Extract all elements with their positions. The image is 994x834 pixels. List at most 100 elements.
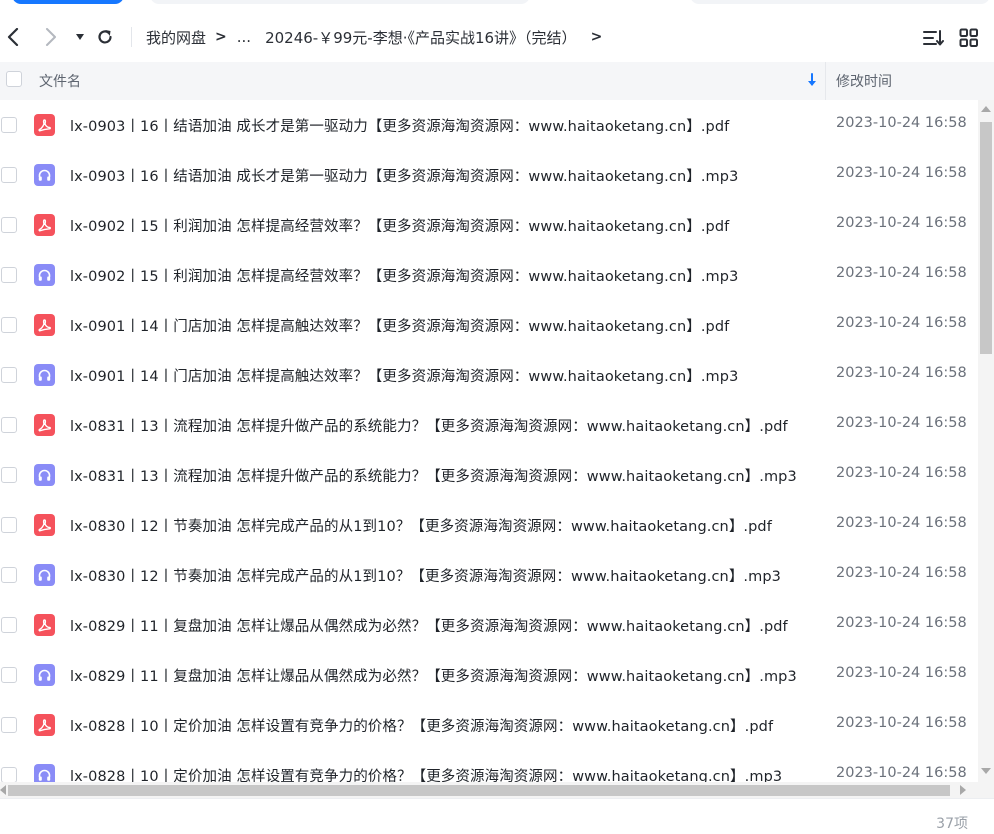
- pdf-file-icon: [34, 114, 55, 136]
- row-checkbox[interactable]: [1, 417, 17, 433]
- scroll-up-icon[interactable]: [981, 106, 991, 112]
- file-name[interactable]: lx-0830丨12丨节奏加油 怎样完成产品的从1到10？【更多资源海淘资源网：…: [70, 515, 772, 536]
- file-row[interactable]: lx-0828丨10丨定价加油 怎样设置有竞争力的价格？【更多资源海淘资源网：w…: [0, 700, 978, 750]
- file-modified-time: 2023-10-24 16:58: [836, 615, 967, 631]
- top-strip: [0, 0, 994, 12]
- file-row[interactable]: lx-0903丨16丨结语加油 成长才是第一驱动力【更多资源海淘资源网：www.…: [0, 150, 978, 200]
- row-checkbox[interactable]: [1, 617, 17, 633]
- file-row[interactable]: lx-0831丨13丨流程加油 怎样提升做产品的系统能力？【更多资源海淘资源网：…: [0, 400, 978, 450]
- file-row[interactable]: lx-0828丨10丨定价加油 怎样设置有竞争力的价格？【更多资源海淘资源网：w…: [0, 750, 978, 782]
- file-row[interactable]: lx-0830丨12丨节奏加油 怎样完成产品的从1到10？【更多资源海淘资源网：…: [0, 550, 978, 600]
- file-modified-time: 2023-10-24 16:58: [836, 215, 967, 231]
- scroll-left-icon[interactable]: [0, 785, 6, 795]
- file-name[interactable]: lx-0828丨10丨定价加油 怎样设置有竞争力的价格？【更多资源海淘资源网：w…: [70, 765, 782, 782]
- row-checkbox[interactable]: [1, 567, 17, 583]
- audio-file-icon: [34, 764, 55, 782]
- file-modified-time: 2023-10-24 16:58: [836, 765, 967, 781]
- file-name[interactable]: lx-0830丨12丨节奏加油 怎样完成产品的从1到10？【更多资源海淘资源网：…: [70, 565, 781, 586]
- file-row[interactable]: lx-0831丨13丨流程加油 怎样提升做产品的系统能力？【更多资源海淘资源网：…: [0, 450, 978, 500]
- file-name[interactable]: lx-0903丨16丨结语加油 成长才是第一驱动力【更多资源海淘资源网：www.…: [70, 115, 729, 136]
- breadcrumb-ellipsis[interactable]: ...: [237, 28, 251, 46]
- row-checkbox[interactable]: [1, 517, 17, 533]
- file-modified-time: 2023-10-24 16:58: [836, 665, 967, 681]
- file-name[interactable]: lx-0829丨11丨复盘加油 怎样让爆品从偶然成为必然？【更多资源海淘资源网：…: [70, 665, 797, 686]
- file-row[interactable]: lx-0901丨14丨门店加油 怎样提高触达效率？【更多资源海淘资源网：www.…: [0, 300, 978, 350]
- horizontal-scroll-thumb[interactable]: [8, 785, 950, 796]
- column-header-name[interactable]: 文件名: [39, 71, 81, 91]
- refresh-icon[interactable]: [93, 25, 117, 49]
- audio-file-icon: [34, 664, 55, 686]
- scroll-right-icon[interactable]: [960, 785, 966, 795]
- file-name[interactable]: lx-0902丨15丨利润加油 怎样提高经营效率？【更多资源海淘资源网：www.…: [70, 215, 729, 236]
- status-bar: 37项: [0, 798, 994, 834]
- toolbar-group: [150, 0, 530, 4]
- file-modified-time: 2023-10-24 16:58: [836, 715, 967, 731]
- item-count: 37项: [936, 816, 968, 832]
- breadcrumb-root[interactable]: 我的网盘: [146, 27, 206, 48]
- pdf-file-icon: [34, 414, 55, 436]
- table-header: 文件名 修改时间: [0, 62, 994, 100]
- row-checkbox[interactable]: [1, 267, 17, 283]
- search-box[interactable]: [690, 0, 990, 4]
- row-checkbox[interactable]: [1, 217, 17, 233]
- file-name[interactable]: lx-0903丨16丨结语加油 成长才是第一驱动力【更多资源海淘资源网：www.…: [70, 165, 738, 186]
- scrollbar-corner: [978, 782, 994, 798]
- file-modified-time: 2023-10-24 16:58: [836, 515, 967, 531]
- select-all-checkbox[interactable]: [6, 71, 22, 87]
- row-checkbox[interactable]: [1, 467, 17, 483]
- file-name[interactable]: lx-0902丨15丨利润加油 怎样提高经营效率？【更多资源海淘资源网：www.…: [70, 265, 738, 286]
- sort-lines-icon[interactable]: [922, 27, 944, 49]
- row-checkbox[interactable]: [1, 317, 17, 333]
- audio-file-icon: [34, 264, 55, 286]
- file-name[interactable]: lx-0901丨14丨门店加油 怎样提高触达效率？【更多资源海淘资源网：www.…: [70, 315, 729, 336]
- scroll-down-icon[interactable]: [981, 768, 991, 774]
- pdf-file-icon: [34, 614, 55, 636]
- chevron-left-icon[interactable]: [1, 25, 25, 49]
- file-list: lx-0903丨16丨结语加油 成长才是第一驱动力【更多资源海淘资源网：www.…: [0, 100, 978, 782]
- file-name[interactable]: lx-0901丨14丨门店加油 怎样提高触达效率？【更多资源海淘资源网：www.…: [70, 365, 738, 386]
- horizontal-scrollbar[interactable]: [0, 782, 978, 798]
- row-checkbox[interactable]: [1, 717, 17, 733]
- row-checkbox[interactable]: [1, 167, 17, 183]
- grid-view-icon[interactable]: [958, 27, 980, 49]
- audio-file-icon: [34, 364, 55, 386]
- file-row[interactable]: lx-0902丨15丨利润加油 怎样提高经营效率？【更多资源海淘资源网：www.…: [0, 200, 978, 250]
- nav-divider: [131, 27, 132, 47]
- vertical-scroll-thumb[interactable]: [980, 122, 992, 354]
- breadcrumb-separator: >: [215, 29, 227, 45]
- row-checkbox[interactable]: [1, 117, 17, 133]
- file-row[interactable]: lx-0903丨16丨结语加油 成长才是第一驱动力【更多资源海淘资源网：www.…: [0, 100, 978, 150]
- caret-down-icon[interactable]: [68, 25, 92, 49]
- row-checkbox[interactable]: [1, 767, 17, 782]
- file-row[interactable]: lx-0902丨15丨利润加油 怎样提高经营效率？【更多资源海淘资源网：www.…: [0, 250, 978, 300]
- file-name[interactable]: lx-0828丨10丨定价加油 怎样设置有竞争力的价格？【更多资源海淘资源网：w…: [70, 715, 773, 736]
- file-row[interactable]: lx-0901丨14丨门店加油 怎样提高触达效率？【更多资源海淘资源网：www.…: [0, 350, 978, 400]
- pdf-file-icon: [34, 214, 55, 236]
- column-divider[interactable]: [825, 62, 826, 100]
- arrow-down-icon[interactable]: [806, 72, 818, 91]
- row-checkbox[interactable]: [1, 367, 17, 383]
- pdf-file-icon: [34, 714, 55, 736]
- file-name[interactable]: lx-0829丨11丨复盘加油 怎样让爆品从偶然成为必然？【更多资源海淘资源网：…: [70, 615, 788, 636]
- breadcrumb-current[interactable]: 20246-￥99元-李想·《产品实战16讲》（完结）: [265, 27, 577, 48]
- vertical-scrollbar[interactable]: [978, 100, 994, 782]
- file-modified-time: 2023-10-24 16:58: [836, 565, 967, 581]
- file-row[interactable]: lx-0829丨11丨复盘加油 怎样让爆品从偶然成为必然？【更多资源海淘资源网：…: [0, 650, 978, 700]
- file-row[interactable]: lx-0830丨12丨节奏加油 怎样完成产品的从1到10？【更多资源海淘资源网：…: [0, 500, 978, 550]
- file-row[interactable]: lx-0829丨11丨复盘加油 怎样让爆品从偶然成为必然？【更多资源海淘资源网：…: [0, 600, 978, 650]
- file-modified-time: 2023-10-24 16:58: [836, 265, 967, 281]
- file-name[interactable]: lx-0831丨13丨流程加油 怎样提升做产品的系统能力？【更多资源海淘资源网：…: [70, 415, 788, 436]
- breadcrumb: 我的网盘 > ... 20246-￥99元-李想·《产品实战16讲》（完结） >: [146, 27, 612, 47]
- row-checkbox[interactable]: [1, 667, 17, 683]
- file-modified-time: 2023-10-24 16:58: [836, 365, 967, 381]
- navigation-bar: 我的网盘 > ... 20246-￥99元-李想·《产品实战16讲》（完结） >: [0, 12, 994, 62]
- column-header-time[interactable]: 修改时间: [836, 71, 892, 91]
- file-modified-time: 2023-10-24 16:58: [836, 465, 967, 481]
- audio-file-icon: [34, 464, 55, 486]
- upload-button[interactable]: [12, 0, 124, 4]
- file-name[interactable]: lx-0831丨13丨流程加油 怎样提升做产品的系统能力？【更多资源海淘资源网：…: [70, 465, 797, 486]
- chevron-right-icon[interactable]: [39, 25, 63, 49]
- file-modified-time: 2023-10-24 16:58: [836, 165, 967, 181]
- breadcrumb-end-separator[interactable]: >: [591, 29, 603, 45]
- audio-file-icon: [34, 164, 55, 186]
